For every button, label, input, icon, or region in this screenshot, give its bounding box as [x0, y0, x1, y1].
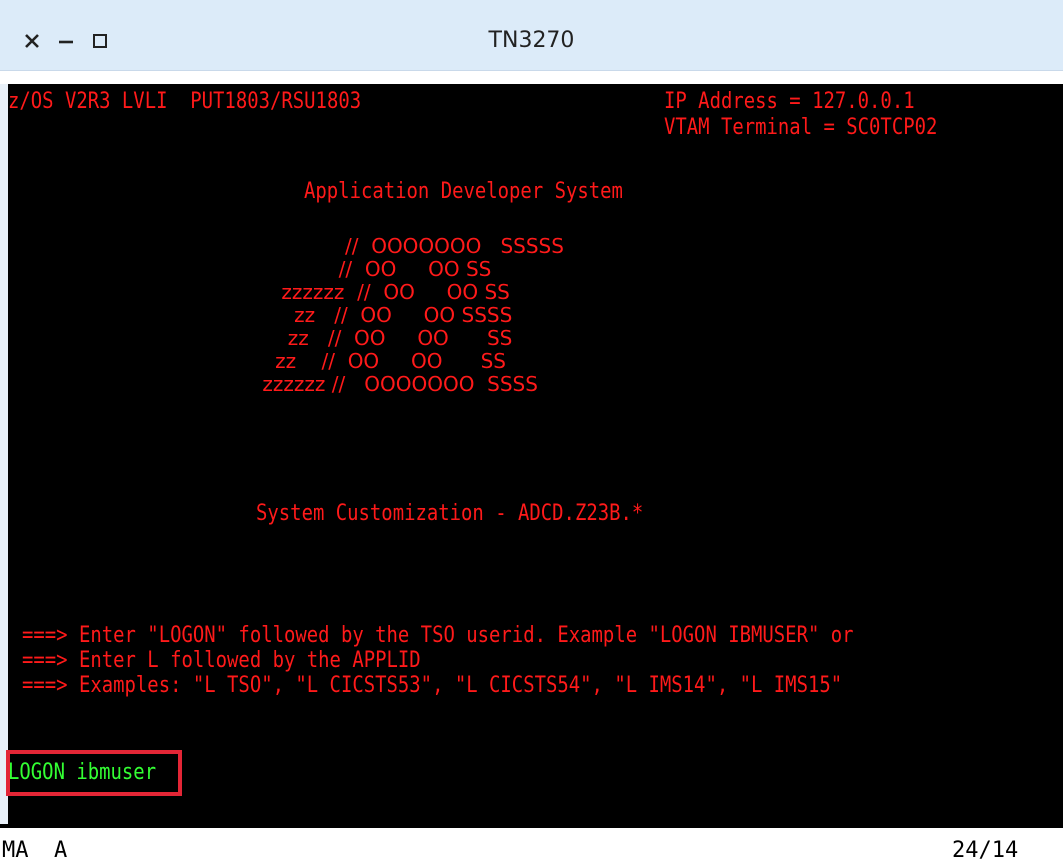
- command-highlight-box: [6, 750, 182, 796]
- instruction-line-2: ===> Enter L followed by the APPLID: [22, 648, 421, 673]
- collapse-tab-icon[interactable]: [523, 84, 559, 96]
- system-heading: Application Developer System: [304, 179, 623, 204]
- titlebar-separator: [0, 71, 1063, 84]
- instruction-line-1: ===> Enter "LOGON" followed by the TSO u…: [22, 623, 854, 648]
- status-ma: MA: [2, 838, 29, 863]
- terminal-screen[interactable]: z/OS V2R3 LVLI PUT1803/RSU1803 IP Addres…: [0, 84, 1063, 824]
- status-a: A: [54, 838, 68, 863]
- cursor-position: 24/14: [952, 838, 1019, 863]
- status-bar: MA A 24/14: [0, 824, 1063, 865]
- logo-line-3: zzzzzz // OO OO SS: [256, 280, 510, 304]
- logo-line-7: zzzzzz // OOOOOOO SSSS: [256, 372, 538, 396]
- logo-line-5: zz // OO OO SS: [256, 326, 513, 350]
- vtam-terminal: VTAM Terminal = SC0TCP02: [664, 115, 938, 140]
- ip-address: IP Address = 127.0.0.1: [664, 89, 915, 114]
- window-title: TN3270: [488, 28, 575, 53]
- logo-line-6: zz // OO OO SS: [256, 349, 506, 373]
- logo-line-4: zz // OO OO SSSS: [256, 303, 513, 327]
- logo-line-1: // OOOOOOO SSSSS: [256, 234, 564, 258]
- system-header: z/OS V2R3 LVLI PUT1803/RSU1803: [8, 89, 362, 114]
- system-customization: System Customization - ADCD.Z23B.*: [256, 501, 644, 526]
- logo-line-2: // OO OO SS: [256, 257, 492, 281]
- instruction-line-3: ===> Examples: "L TSO", "L CICSTS53", "L…: [22, 673, 843, 698]
- window-titlebar: TN3270: [0, 0, 1063, 71]
